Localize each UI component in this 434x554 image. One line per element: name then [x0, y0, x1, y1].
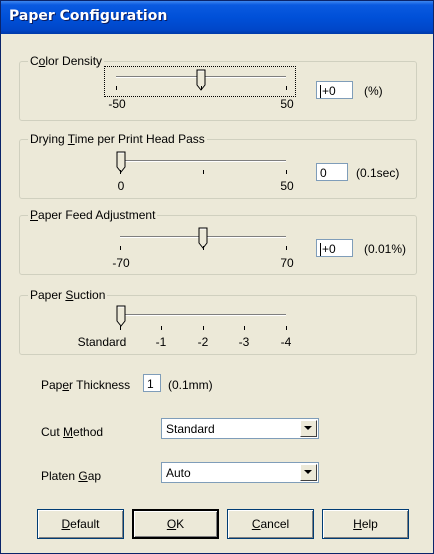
- paper-suction-label-1: -1: [155, 335, 167, 349]
- paper-feed-tick-min: [120, 246, 121, 250]
- cancel-button[interactable]: Cancel: [227, 509, 314, 539]
- drying-time-tick-max: [286, 170, 287, 174]
- color-density-title: Color Density: [28, 54, 105, 68]
- color-density-tick-mid: [201, 86, 202, 90]
- paper-suction-group: Paper Suction Standard -1 -2 -3 -4: [19, 288, 417, 355]
- drying-time-title: Drying Time per Print Head Pass: [28, 132, 207, 146]
- drying-time-input[interactable]: 0: [316, 163, 348, 181]
- paper-configuration-dialog: Paper Configuration Color Density -50 50…: [0, 0, 434, 554]
- cut-method-value: Standard: [166, 422, 215, 436]
- paper-feed-input[interactable]: +0: [316, 239, 353, 257]
- paper-feed-group: Paper Feed Adjustment -70 70 +0 (0.01%): [19, 208, 417, 275]
- drying-time-tick-min: [120, 170, 121, 174]
- drying-time-track[interactable]: [120, 160, 286, 162]
- cut-method-label: Cut Method: [41, 425, 104, 439]
- paper-suction-tick-3: [244, 326, 245, 330]
- paper-feed-tick-max: [286, 246, 287, 250]
- platen-gap-label: Platen Gap: [41, 469, 102, 483]
- ok-button[interactable]: OK: [132, 509, 219, 539]
- paper-thickness-label: Paper Thickness: [41, 378, 131, 392]
- drying-time-tick-mid: [203, 170, 204, 174]
- paper-suction-slider-thumb[interactable]: [116, 305, 127, 327]
- dialog-title: Paper Configuration: [9, 8, 168, 24]
- paper-suction-tick-2: [203, 326, 204, 330]
- paper-feed-title: Paper Feed Adjustment: [28, 208, 158, 222]
- color-density-input[interactable]: +0: [316, 81, 353, 99]
- color-density-unit: (%): [364, 84, 383, 98]
- platen-gap-select[interactable]: Auto: [161, 462, 319, 483]
- paper-suction-tick-4: [286, 326, 287, 330]
- title-bar[interactable]: Paper Configuration: [1, 1, 433, 34]
- paper-feed-min-label: -70: [112, 256, 130, 270]
- color-density-group: Color Density -50 50 +0 (%): [19, 54, 417, 121]
- paper-suction-track[interactable]: [120, 314, 286, 316]
- chevron-down-icon: [304, 426, 312, 430]
- color-density-tick-min: [116, 86, 117, 90]
- cut-method-select[interactable]: Standard: [161, 418, 319, 439]
- paper-suction-label-3: -3: [238, 335, 250, 349]
- paper-suction-title: Paper Suction: [28, 288, 108, 302]
- color-density-max-label: 50: [280, 97, 294, 111]
- color-density-min-label: -50: [108, 97, 126, 111]
- paper-suction-tick-1: [161, 326, 162, 330]
- paper-thickness-input[interactable]: 1: [143, 374, 161, 392]
- chevron-down-icon: [304, 470, 312, 474]
- paper-thickness-unit: (0.1mm): [168, 378, 213, 392]
- cut-method-dropdown-button[interactable]: [300, 420, 317, 437]
- paper-suction-tick-0: [120, 326, 121, 330]
- color-density-tick-max: [286, 86, 287, 90]
- drying-time-slider-thumb[interactable]: [116, 151, 127, 173]
- help-button[interactable]: Help: [322, 509, 409, 539]
- paper-suction-label-2: -2: [197, 335, 209, 349]
- paper-feed-tick-mid: [203, 246, 204, 250]
- paper-feed-max-label: 70: [280, 256, 294, 270]
- drying-time-group: Drying Time per Print Head Pass 0 50 0 (…: [19, 132, 417, 199]
- paper-feed-unit: (0.01%): [364, 242, 407, 256]
- default-button[interactable]: Default: [37, 509, 124, 539]
- paper-suction-label-standard: Standard: [77, 335, 127, 349]
- drying-time-unit: (0.1sec): [356, 166, 400, 180]
- paper-suction-label-4: -4: [280, 335, 292, 349]
- drying-time-min-label: 0: [117, 179, 125, 193]
- platen-gap-value: Auto: [166, 466, 191, 480]
- drying-time-max-label: 50: [280, 179, 294, 193]
- platen-gap-dropdown-button[interactable]: [300, 464, 317, 481]
